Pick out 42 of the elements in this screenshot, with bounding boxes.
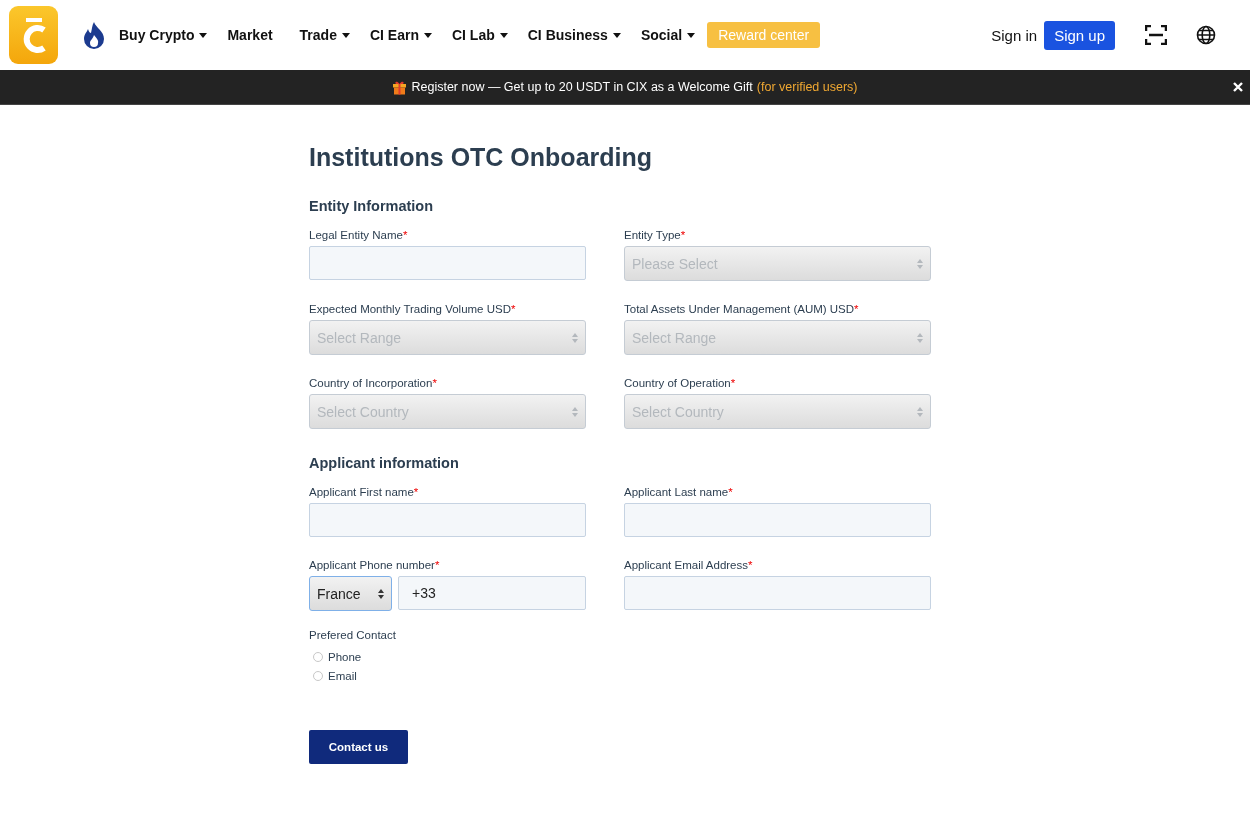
radio-label[interactable]: Phone (328, 651, 362, 663)
close-icon[interactable] (1233, 82, 1243, 92)
field-label: Total Assets Under Management (AUM) USD* (624, 303, 860, 315)
sign-in-link[interactable]: Sign in (991, 26, 1038, 44)
country-select[interactable]: France (309, 576, 392, 611)
sign-up-button[interactable]: Sign up (1044, 20, 1115, 50)
nav-menu-item[interactable]: Trade (299, 27, 350, 43)
section-heading: Entity Information (309, 198, 435, 214)
field-label: Applicant Phone number* (309, 559, 441, 571)
scan-icon[interactable] (1145, 25, 1167, 45)
field-label: Applicant Email Address* (624, 559, 754, 571)
input-field[interactable] (309, 503, 586, 537)
nav-menu-item[interactable]: Market (227, 27, 273, 43)
nav-menu-item[interactable]: Social (640, 27, 696, 43)
field-label: Legal Entity Name* (309, 229, 409, 241)
nav-menu-item[interactable]: CI Lab (451, 27, 508, 43)
radio-button[interactable] (313, 671, 323, 681)
nav-menu-item[interactable]: CI Earn (369, 27, 432, 43)
phone-input[interactable]: +33 (398, 576, 586, 610)
flame-icon[interactable] (83, 21, 105, 49)
input-field[interactable] (624, 576, 931, 610)
page-title: Institutions OTC Onboarding (309, 143, 654, 172)
gift-icon (392, 79, 408, 95)
nav-menu-item[interactable]: CI Business (527, 27, 621, 43)
contact-us-button[interactable]: Contact us (309, 730, 408, 764)
banner-text: Register now — Get up to 20 USDT in CIX as a Welcome Gift (411, 80, 753, 94)
verified-users-link[interactable]: (for verified users) (756, 80, 858, 94)
section-heading: Applicant information (309, 455, 460, 471)
nav-menu-item[interactable]: Buy Crypto (119, 27, 208, 43)
field-label: Applicant First name* (309, 486, 420, 498)
radio-button[interactable] (313, 652, 323, 662)
input-field[interactable] (624, 503, 931, 537)
globe-icon[interactable] (1196, 25, 1216, 45)
input-field[interactable] (309, 246, 586, 280)
field-label: Country of Incorporation* (309, 377, 438, 389)
field-label: Applicant Last name* (624, 486, 734, 498)
logo-icon[interactable] (9, 6, 58, 64)
field-label: Country of Operation* (624, 377, 737, 389)
field-label: Prefered Contact (309, 629, 397, 641)
radio-label[interactable]: Email (328, 670, 357, 682)
field-label: Expected Monthly Trading Volume USD* (309, 303, 517, 315)
field-label: Entity Type* (624, 229, 687, 241)
